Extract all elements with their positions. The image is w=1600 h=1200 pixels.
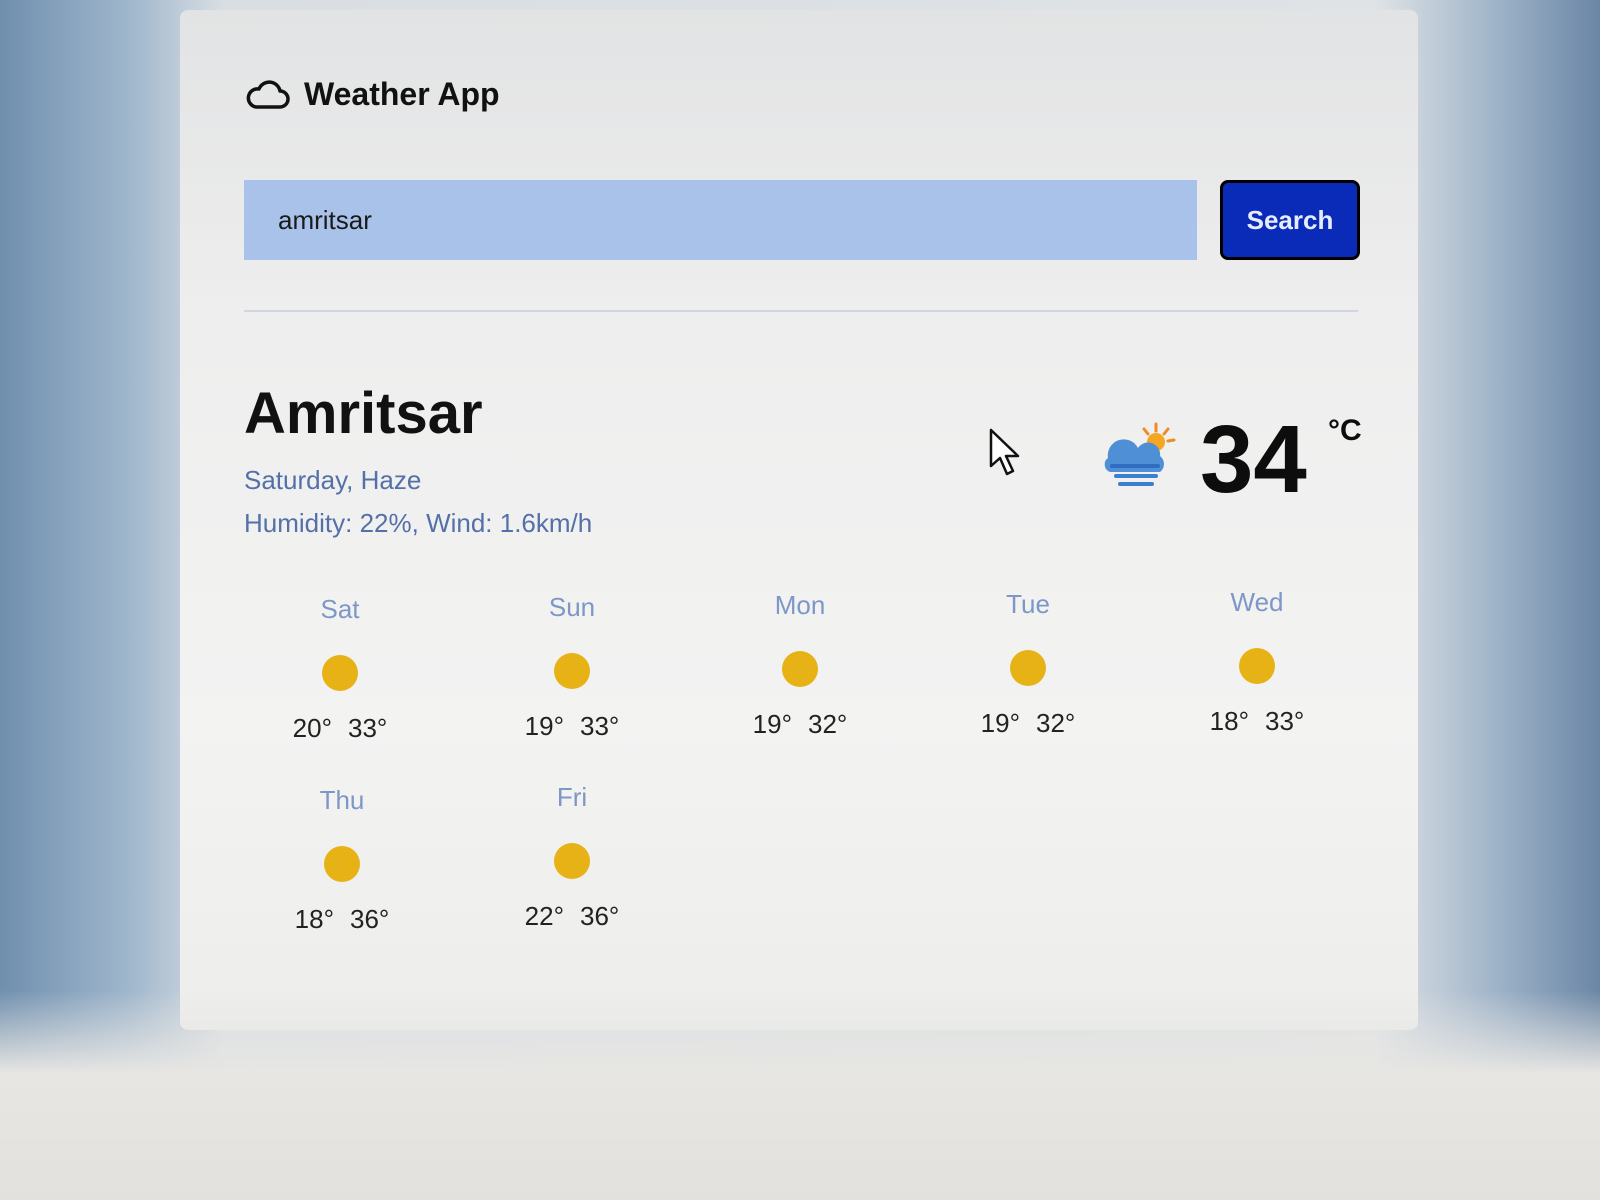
sun-icon	[1010, 650, 1046, 686]
sun-icon	[324, 846, 360, 882]
forecast-day: Fri 22° 36°	[497, 782, 647, 932]
day-condition: Saturday, Haze	[244, 465, 422, 495]
forecast-temps: 18° 33°	[1182, 706, 1332, 737]
forecast-high: 33°	[1265, 706, 1305, 736]
forecast-temps: 20° 33°	[265, 713, 415, 744]
forecast-day-name: Tue	[1006, 589, 1050, 619]
search-button[interactable]: Search	[1220, 180, 1360, 260]
forecast-day: Mon 19° 32°	[725, 590, 875, 740]
forecast-low: 20°	[292, 713, 332, 743]
forecast-day: Thu 18° 36°	[267, 785, 417, 935]
forecast-day: Sun 19° 33°	[497, 592, 647, 742]
sun-icon	[782, 651, 818, 687]
mouse-cursor-icon	[989, 428, 1020, 476]
forecast-high: 36°	[580, 901, 620, 931]
forecast-day-name: Fri	[556, 782, 588, 812]
forecast-day: Sat 20° 33°	[265, 594, 415, 744]
forecast-day-name: Mon	[774, 590, 826, 620]
forecast-low: 18°	[1209, 706, 1249, 736]
city-name: Amritsar	[244, 381, 483, 446]
search-bar: Search	[244, 180, 1360, 260]
forecast-temps: 22° 36°	[497, 901, 647, 932]
forecast-temps: 19° 33°	[497, 711, 647, 742]
sun-icon	[554, 653, 590, 689]
forecast-day-name: Thu	[319, 785, 365, 815]
divider	[244, 310, 1358, 312]
forecast-high: 33°	[580, 711, 620, 741]
app-title: Weather App	[304, 76, 500, 112]
forecast-day-name: Sun	[548, 592, 596, 622]
forecast-temps: 19° 32°	[725, 709, 875, 740]
humidity-wind: Humidity: 22%, Wind: 1.6km/h	[244, 508, 593, 538]
temperature-unit: °C	[1328, 414, 1362, 447]
weather-card: Weather App Search Amritsar Saturday, Ha…	[180, 10, 1418, 1030]
forecast-high: 32°	[808, 709, 848, 739]
forecast-high: 32°	[1036, 708, 1076, 738]
current-temperature: 34	[1200, 406, 1307, 513]
forecast-day-name: Wed	[1230, 587, 1284, 617]
forecast-high: 33°	[348, 713, 388, 743]
app-header: Weather App	[246, 76, 500, 113]
forecast-day: Tue 19° 32°	[953, 589, 1103, 739]
cloud-icon	[246, 79, 290, 109]
sun-icon	[554, 843, 590, 879]
haze-sun-icon	[1104, 422, 1176, 486]
forecast-low: 19°	[980, 708, 1020, 738]
forecast-low: 22°	[524, 901, 564, 931]
sun-icon	[1239, 648, 1275, 684]
forecast-low: 19°	[752, 709, 792, 739]
desk-surface	[0, 990, 1600, 1200]
forecast-day-name: Sat	[320, 594, 360, 624]
sun-icon	[322, 655, 358, 691]
forecast-low: 19°	[524, 711, 564, 741]
forecast-low: 18°	[294, 904, 334, 934]
search-input[interactable]	[244, 180, 1197, 260]
forecast-day: Wed 18° 33°	[1182, 587, 1332, 737]
forecast-temps: 19° 32°	[953, 708, 1103, 739]
forecast-temps: 18° 36°	[267, 904, 417, 935]
forecast-high: 36°	[350, 904, 390, 934]
